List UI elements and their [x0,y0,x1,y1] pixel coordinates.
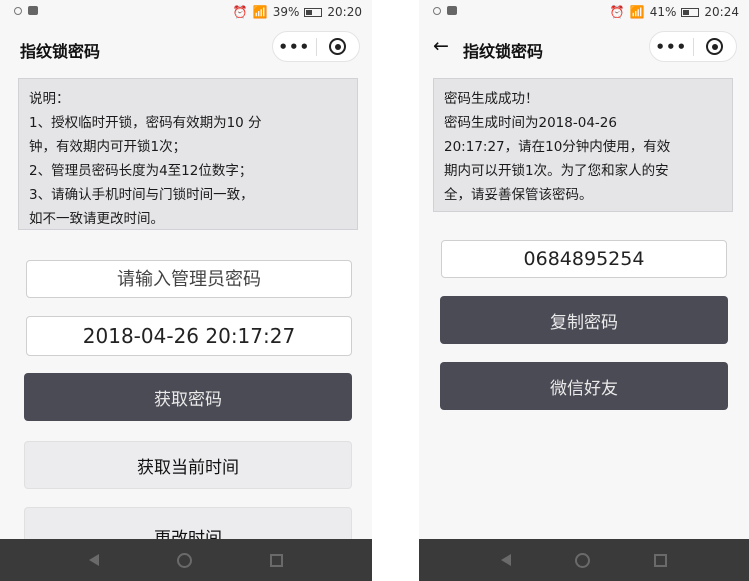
generated-password-input[interactable] [442,241,726,277]
datetime-field[interactable] [26,316,352,356]
close-miniprogram-button[interactable] [693,38,736,55]
nav-bar: ← 指纹锁密码 ••• [419,30,749,66]
recents-nav-icon[interactable] [270,553,283,567]
battery-icon [681,7,700,17]
target-icon [329,38,347,55]
system-nav-bar [0,539,372,581]
more-dots-icon[interactable]: ••• [650,38,693,56]
home-nav-icon[interactable] [575,552,590,568]
wechat-friend-button[interactable]: 微信好友 [440,362,728,410]
notification-icon [433,6,441,15]
admin-password-field[interactable] [26,260,352,298]
instructions-box: 说明： 1、授权临时开锁，密码有效期为10 分 钟，有效期内可开锁1次； 2、管… [18,78,358,230]
admin-password-input[interactable] [27,261,351,297]
battery-fill [306,9,312,15]
wifi-icon: 📶 [629,5,645,19]
status-bar: ⏰ 📶 39% 20:20 [0,0,372,26]
copy-password-button[interactable]: 复制密码 [440,296,728,344]
alarm-icon: ⏰ [609,5,625,19]
more-dots-icon[interactable]: ••• [273,38,316,56]
battery-icon [304,7,323,17]
back-nav-icon[interactable] [89,554,99,566]
message-line: 20:17:27，请在10分钟内使用，有效 [444,139,671,155]
battery-percent: 39% [272,5,300,19]
instructions-line: 2、管理员密码长度为4至12位数字； [29,163,253,179]
instructions-line: 钟，有效期内可开锁1次； [29,139,187,155]
nav-bar: 指纹锁密码 ••• [0,30,372,66]
alarm-icon: ⏰ [232,5,248,19]
page-title: 指纹锁密码 [20,42,101,61]
status-bar: ⏰ 📶 41% 20:24 [419,0,749,26]
instructions-line: 1、授权临时开锁，密码有效期为10 分 [29,115,262,131]
wifi-icon: 📶 [252,5,268,19]
menu-capsule: ••• [272,31,360,62]
phone-screen-left: ⏰ 📶 39% 20:20 指纹锁密码 ••• 说明： 1、授权临时开锁，密码有… [0,0,372,581]
get-current-time-button[interactable]: 获取当前时间 [24,441,352,489]
image-notification-icon [28,6,38,15]
message-line: 全，请妥善保管该密码。 [444,187,593,203]
battery-fill [683,9,690,15]
message-line: 期内可以开锁1次。为了您和家人的安 [444,163,669,179]
phone-screen-right: ⏰ 📶 41% 20:24 ← 指纹锁密码 ••• 密码生成成功！ 密码生成时间… [419,0,749,581]
instructions-line: 如不一致请更改时间。 [29,211,164,227]
success-message-box: 密码生成成功！ 密码生成时间为2018-04-26 20:17:27，请在10分… [433,78,733,212]
image-notification-icon [447,6,457,15]
instructions-line: 说明： [29,91,70,107]
target-icon [706,38,724,55]
back-nav-icon[interactable] [501,554,511,566]
notification-icon [14,6,22,15]
battery-percent: 41% [649,5,677,19]
instructions-line: 3、请确认手机时间与门锁时间一致， [29,187,254,203]
system-nav-bar [419,539,749,581]
clock: 20:20 [327,5,362,19]
recents-nav-icon[interactable] [654,553,667,567]
close-miniprogram-button[interactable] [316,38,359,55]
get-password-button[interactable]: 获取密码 [24,373,352,421]
message-line: 密码生成成功！ [444,91,539,107]
back-arrow-icon[interactable]: ← [433,35,449,57]
generated-password-field[interactable] [441,240,727,278]
clock: 20:24 [704,5,739,19]
menu-capsule: ••• [649,31,737,62]
datetime-input[interactable] [27,317,351,355]
page-title: 指纹锁密码 [463,42,544,61]
message-line: 密码生成时间为2018-04-26 [444,115,617,131]
home-nav-icon[interactable] [177,552,192,568]
